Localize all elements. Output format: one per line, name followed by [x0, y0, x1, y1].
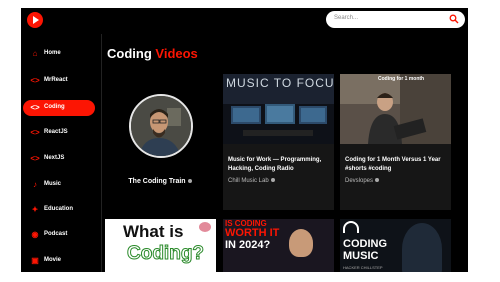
video-channel[interactable]: Devslopes: [345, 178, 445, 184]
video-title[interactable]: Coding for 1 Month Versus 1 Year #shorts…: [345, 156, 445, 174]
thumbnail-caption: CODING: [343, 238, 387, 250]
thumbnail-caption: MUSIC: [343, 250, 379, 262]
code-icon: <>: [30, 76, 40, 85]
sidebar-item-label: NextJS: [44, 155, 65, 161]
sidebar-item-reactjs[interactable]: <> ReactJS: [23, 125, 95, 141]
video-title[interactable]: Music for Work — Programming, Hacking, C…: [228, 156, 328, 174]
code-icon: <>: [30, 154, 40, 163]
music-note-icon: ♪: [33, 180, 37, 189]
podcast-icon: ◉: [31, 230, 39, 239]
person-image: [289, 229, 313, 257]
verified-check-icon: [375, 178, 380, 183]
headphones-icon: [343, 221, 359, 233]
sidebar-item-home[interactable]: ⌂ Home: [23, 46, 95, 62]
hooded-figure-image: [402, 223, 442, 272]
video-channel[interactable]: Chill Music Lab: [228, 178, 328, 184]
sidebar-item-label: Home: [44, 50, 61, 56]
graduation-cap-icon: ✦: [31, 205, 39, 214]
sidebar-item-label: Music: [44, 181, 62, 187]
video-card[interactable]: Coding for 1 month Coding for 1 Month Ve…: [340, 74, 451, 210]
sidebar-item-movie[interactable]: ▣ Movie: [23, 253, 95, 269]
thumbnail-caption: HACKER CHILLSTEP: [343, 265, 383, 270]
sidebar-item-podcast[interactable]: ◉ Podcast: [23, 227, 95, 243]
sidebar-item-label: MrReact: [44, 77, 68, 83]
code-icon: <>: [30, 128, 40, 137]
video-card[interactable]: MUSIC TO FOCU Music for Work — Programmi…: [223, 74, 334, 210]
video-thumbnail[interactable]: CODING MUSIC HACKER CHILLSTEP: [340, 219, 451, 272]
page-title-accent: Videos: [155, 46, 198, 61]
thumbnail-caption: MUSIC TO FOCU: [226, 76, 334, 90]
sidebar: ⌂ Home <> MrReact <> Coding <> ReactJS <…: [21, 34, 102, 272]
thumbnail-caption: Coding?: [126, 243, 205, 265]
video-thumbnail[interactable]: What is Coding?: [105, 219, 216, 272]
video-thumbnail[interactable]: IS CODING WORTH IT IN 2024?: [223, 219, 334, 272]
video-thumbnail-image: [340, 74, 451, 144]
sidebar-item-label: Coding: [44, 104, 65, 110]
thumbnail-caption: Coding for 1 month: [378, 76, 425, 82]
sidebar-item-music[interactable]: ♪ Music: [23, 177, 95, 193]
home-icon: ⌂: [32, 49, 38, 58]
sidebar-item-label: Podcast: [44, 231, 68, 237]
movie-icon: ▣: [31, 256, 39, 265]
thumbnail-caption: What is: [123, 222, 184, 241]
channel-card[interactable]: The Coding Train: [105, 74, 215, 209]
search-input[interactable]: Search...: [334, 15, 358, 21]
code-icon: <>: [30, 103, 40, 112]
app-window: Search... ⌂ Home <> MrReact <> Coding <>…: [21, 8, 468, 272]
page-title: Coding Videos: [107, 46, 198, 61]
verified-check-icon: [270, 178, 275, 183]
thumbnail-caption: IN 2024?: [225, 239, 271, 251]
brain-icon: [199, 222, 211, 232]
channel-avatar-image: [131, 96, 191, 156]
sidebar-item-coding[interactable]: <> Coding: [23, 100, 95, 116]
video-thumbnail[interactable]: MUSIC TO FOCU: [223, 74, 334, 144]
sidebar-item-mrreact[interactable]: <> MrReact: [23, 73, 95, 89]
sidebar-item-nextjs[interactable]: <> NextJS: [23, 151, 95, 167]
page-title-main: Coding: [107, 46, 152, 61]
sidebar-item-education[interactable]: ✦ Education: [23, 202, 95, 218]
top-bar: Search...: [21, 8, 468, 34]
sidebar-item-label: Movie: [44, 257, 62, 263]
channel-avatar[interactable]: [129, 94, 193, 158]
main-content: Coding Videos The Coding Train MUSIC TO …: [103, 34, 468, 272]
thumbnail-caption: WORTH IT: [225, 227, 280, 239]
sidebar-item-label: Education: [44, 206, 74, 212]
youtube-logo-icon[interactable]: [27, 12, 43, 28]
verified-check-icon: [187, 179, 192, 184]
channel-name[interactable]: The Coding Train: [105, 178, 215, 185]
video-thumbnail[interactable]: Coding for 1 month: [340, 74, 451, 144]
search-bar[interactable]: Search...: [326, 11, 465, 28]
sidebar-item-label: ReactJS: [44, 129, 68, 135]
search-icon[interactable]: [449, 14, 459, 24]
